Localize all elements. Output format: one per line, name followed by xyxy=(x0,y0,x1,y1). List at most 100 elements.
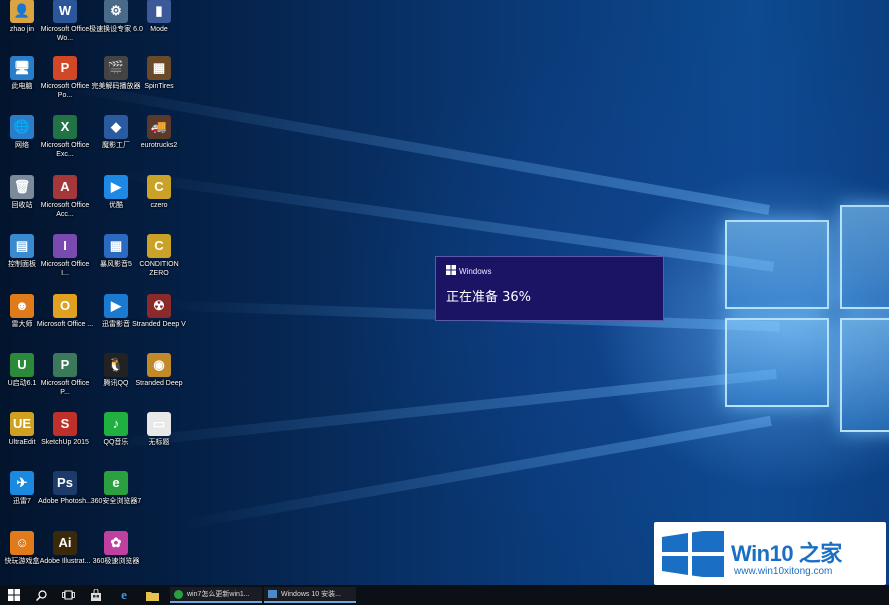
desktop-icon[interactable]: W Microsoft Office Wo... xyxy=(36,0,94,54)
desktop-icon-label: Stranded Deep xyxy=(135,380,183,387)
app-icon: Ps xyxy=(53,471,77,495)
light-beam xyxy=(179,415,772,530)
app-icon: 🚚 xyxy=(147,115,171,139)
app-icon: P xyxy=(53,353,77,377)
app-icon: ✈ xyxy=(10,471,34,495)
app-icon: ▶ xyxy=(104,175,128,199)
desktop-icon[interactable]: A Microsoft Office Acc... xyxy=(36,172,94,230)
watermark-url: www.win10xitong.com xyxy=(734,566,833,577)
app-icon: ▭ xyxy=(147,412,171,436)
app-icon: ☢ xyxy=(147,294,171,318)
desktop-icon-label: SpinTires xyxy=(144,83,174,90)
app-icon: ✿ xyxy=(104,531,128,555)
app-icon: ⚙ xyxy=(104,0,128,23)
desktop-icon-label: Microsoft Office Po... xyxy=(40,83,90,99)
desktop-icon[interactable]: X Microsoft Office Exc... xyxy=(36,112,94,170)
store-bag-icon xyxy=(91,589,101,601)
windows-logo-icon xyxy=(8,589,20,601)
app-icon: ▦ xyxy=(147,56,171,80)
taskbar-app-installer[interactable]: Windows 10 安装... xyxy=(264,587,356,603)
desktop-icon[interactable]: Ai Adobe Illustrat... xyxy=(36,528,94,586)
app-icon: UE xyxy=(10,412,34,436)
desktop-icon-label: eurotrucks2 xyxy=(140,142,178,149)
desktop-icon[interactable]: P Microsoft Office P... xyxy=(36,350,94,408)
app-icon: ▮ xyxy=(147,0,171,23)
desktop-icon[interactable]: ✿ 360极速浏览器 xyxy=(87,528,145,586)
app-icon: 🌐 xyxy=(10,115,34,139)
desktop-icon-label: 360极速浏览器 xyxy=(92,558,140,565)
taskbar-edge[interactable]: e xyxy=(112,585,136,605)
start-button[interactable] xyxy=(0,585,28,605)
desktop-icon[interactable]: ☢ Stranded Deep V xyxy=(130,291,188,349)
app-icon: C xyxy=(147,234,171,258)
edge-browser-icon: e xyxy=(121,587,127,602)
app-icon: ▶ xyxy=(104,294,128,318)
desktop-icon-label: Microsoft Office I... xyxy=(40,261,90,277)
desktop-icon[interactable]: Cczero xyxy=(130,172,188,230)
app-icon: A xyxy=(53,175,77,199)
folder-icon xyxy=(145,591,159,601)
app-icon: ☺ xyxy=(10,531,34,555)
windows-logo-icon xyxy=(662,531,724,577)
installer-icon xyxy=(268,590,277,598)
app-icon: ♪ xyxy=(104,412,128,436)
task-view-icon xyxy=(61,590,75,600)
app-icon: 🖥 xyxy=(10,56,34,80)
app-icon: 🐧 xyxy=(104,353,128,377)
app-icon: ▤ xyxy=(10,234,34,258)
taskbar-store[interactable] xyxy=(84,585,108,605)
app-icon: I xyxy=(53,234,77,258)
app-icon: ▦ xyxy=(104,234,128,258)
desktop-icon-label: Microsoft Office Acc... xyxy=(40,202,90,218)
desktop-icon-label: Microsoft Office P... xyxy=(40,380,90,396)
app-icon: 🗑 xyxy=(10,175,34,199)
desktop-icon[interactable]: ▮ Mode xyxy=(130,0,188,54)
search-button[interactable] xyxy=(30,585,52,605)
taskbar-app-browser[interactable]: win7怎么更新win1... xyxy=(170,587,262,603)
app-icon: ◉ xyxy=(147,353,171,377)
taskbar: e win7怎么更新win1... Windows 10 安装... xyxy=(0,585,889,605)
desktop-icon-label: CONDITION ZERO xyxy=(139,261,179,277)
app-icon: 🎬 xyxy=(104,56,128,80)
update-toast[interactable]: Windows 正在准备 36% xyxy=(435,256,664,321)
desktop-icon[interactable]: I Microsoft Office I... xyxy=(36,231,94,289)
desktop-icon[interactable]: ▦ SpinTires xyxy=(130,53,188,111)
windows-logo-pane xyxy=(725,318,829,407)
desktop-icon-label: Adobe Illustrat... xyxy=(39,558,91,565)
site-watermark: Win10 之家 www.win10xitong.com xyxy=(654,522,886,585)
desktop-icon[interactable]: 🚚 eurotrucks2 xyxy=(130,112,188,170)
desktop-icon[interactable]: ▭ 无标题 xyxy=(130,409,188,467)
task-view-button[interactable] xyxy=(56,585,80,605)
app-icon: Ai xyxy=(53,531,77,555)
desktop-icon-label: Microsoft Office Exc... xyxy=(40,142,90,158)
desktop-icon-label: Microsoft Office ... xyxy=(36,321,94,328)
app-icon: e xyxy=(104,471,128,495)
app-icon: C xyxy=(147,175,171,199)
desktop-icon[interactable]: e 360安全浏览器7 xyxy=(87,468,145,526)
desktop-icon[interactable]: Ps Adobe Photosh... xyxy=(36,468,94,526)
taskbar-app-label: Windows 10 安装... xyxy=(281,591,341,598)
app-icon: U xyxy=(10,353,34,377)
windows-logo-pane xyxy=(840,205,889,309)
app-icon: ☻ xyxy=(10,294,34,318)
desktop-icon-label: Adobe Photosh... xyxy=(38,498,92,505)
desktop-icon[interactable]: P Microsoft Office Po... xyxy=(36,53,94,111)
app-icon: X xyxy=(53,115,77,139)
app-icon: P xyxy=(53,56,77,80)
desktop-icon-label: SketchUp 2015 xyxy=(41,439,89,446)
taskbar-file-explorer[interactable] xyxy=(140,585,164,605)
taskbar-app-label: win7怎么更新win1... xyxy=(187,591,250,598)
desktop-icon-label: Stranded Deep V xyxy=(132,321,186,328)
app-icon: ◆ xyxy=(104,115,128,139)
desktop-icon[interactable]: ◉ Stranded Deep xyxy=(130,350,188,408)
app-icon: 👤 xyxy=(10,0,34,23)
desktop-icon[interactable]: C CONDITION ZERO xyxy=(130,231,188,289)
windows-logo-pane xyxy=(840,318,889,432)
desktop-icon-label: Microsoft Office Wo... xyxy=(40,26,90,42)
desktop-icon[interactable]: S SketchUp 2015 xyxy=(36,409,94,467)
desktop-icon[interactable]: O Microsoft Office ... xyxy=(36,291,94,349)
toast-header: Windows xyxy=(446,265,491,276)
app-icon: S xyxy=(53,412,77,436)
desktop-icon-label: Mode xyxy=(150,26,168,33)
search-icon xyxy=(35,589,47,601)
